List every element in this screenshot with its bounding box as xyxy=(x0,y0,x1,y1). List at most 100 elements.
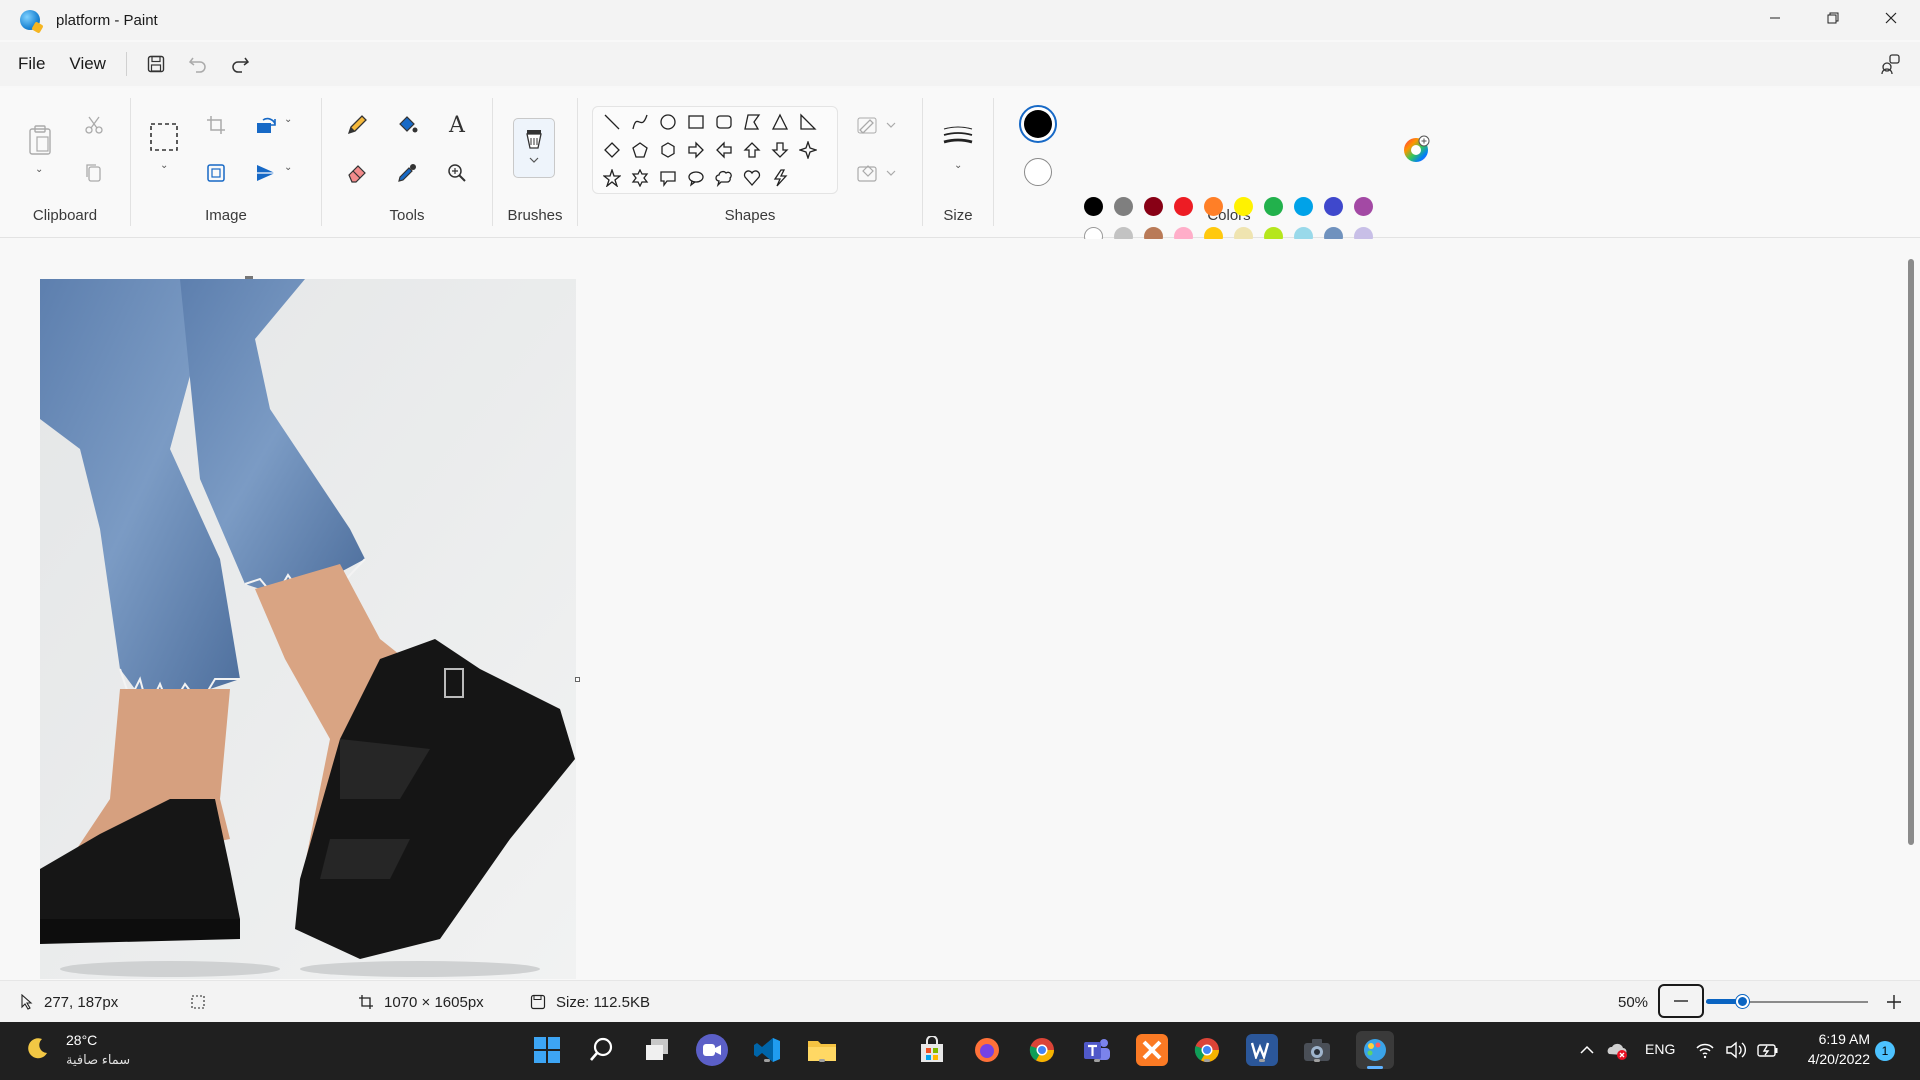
search-button[interactable] xyxy=(586,1034,618,1066)
line-shape-icon[interactable] xyxy=(599,109,625,135)
oval-shape-icon[interactable] xyxy=(655,109,681,135)
rounded-rectangle-shape-icon[interactable] xyxy=(711,109,737,135)
clock-time[interactable]: 6:19 AM xyxy=(1790,1031,1870,1047)
right-arrow-shape-icon[interactable] xyxy=(683,137,709,163)
file-explorer-app-icon[interactable] xyxy=(806,1034,838,1066)
hexagon-shape-icon[interactable] xyxy=(655,137,681,163)
crop-button[interactable] xyxy=(199,108,233,142)
volume-icon[interactable] xyxy=(1725,1040,1747,1060)
teams-app-icon[interactable] xyxy=(1081,1034,1113,1066)
fill-button[interactable] xyxy=(390,108,424,142)
drawing-canvas[interactable] xyxy=(40,279,576,979)
menu-view[interactable]: View xyxy=(57,46,118,82)
brushes-button[interactable] xyxy=(513,118,555,178)
store-app-icon[interactable] xyxy=(916,1034,948,1066)
input-language-indicator[interactable]: ENG xyxy=(1645,1041,1675,1057)
palette-color-swatch[interactable] xyxy=(1264,197,1283,216)
size-chevron-down-icon[interactable]: ⌄ xyxy=(954,160,962,171)
edit-colors-button[interactable] xyxy=(1401,135,1431,165)
palette-color-swatch[interactable] xyxy=(1234,197,1253,216)
clock-date[interactable]: 4/20/2022 xyxy=(1790,1051,1870,1067)
palette-color-swatch[interactable] xyxy=(1294,197,1313,216)
redo-button[interactable] xyxy=(219,46,261,82)
zoom-slider-thumb[interactable] xyxy=(1735,995,1749,1008)
pentagon-shape-icon[interactable] xyxy=(627,137,653,163)
palette-color-swatch[interactable] xyxy=(1114,197,1133,216)
right-triangle-shape-icon[interactable] xyxy=(795,109,821,135)
pencil-button[interactable] xyxy=(340,108,374,142)
start-button[interactable] xyxy=(531,1034,563,1066)
share-button[interactable] xyxy=(1874,48,1906,80)
zoom-level-label[interactable]: 50% xyxy=(1618,981,1648,1023)
rectangle-shape-icon[interactable] xyxy=(683,109,709,135)
flip-button[interactable] xyxy=(249,156,283,190)
xampp-app-icon[interactable] xyxy=(1136,1034,1168,1066)
curve-shape-icon[interactable] xyxy=(627,109,653,135)
copy-button[interactable] xyxy=(77,156,111,190)
size-button[interactable] xyxy=(941,120,975,154)
chrome-app-icon[interactable] xyxy=(1026,1034,1058,1066)
select-button[interactable] xyxy=(147,120,181,154)
palette-color-swatch[interactable] xyxy=(1084,197,1103,216)
flip-chevron-down-icon[interactable]: ⌄ xyxy=(284,162,292,173)
oval-callout-shape-icon[interactable] xyxy=(683,165,709,191)
palette-color-swatch[interactable] xyxy=(1144,197,1163,216)
primary-color-button[interactable] xyxy=(1019,105,1057,143)
zoom-in-button[interactable] xyxy=(1884,992,1904,1012)
task-view-button[interactable] xyxy=(641,1034,673,1066)
lightning-shape-icon[interactable] xyxy=(767,165,793,191)
close-button[interactable] xyxy=(1862,0,1920,36)
secondary-color-button[interactable] xyxy=(1024,158,1052,186)
menu-file[interactable]: File xyxy=(6,46,57,82)
triangle-shape-icon[interactable] xyxy=(767,109,793,135)
palette-color-swatch[interactable] xyxy=(1204,197,1223,216)
chrome-profile-app-icon[interactable] xyxy=(1191,1034,1223,1066)
six-point-star-shape-icon[interactable] xyxy=(627,165,653,191)
magnifier-button[interactable] xyxy=(440,156,474,190)
cut-button[interactable] xyxy=(77,108,111,142)
paste-button[interactable] xyxy=(22,118,58,162)
canvas-resize-handle-top[interactable] xyxy=(245,276,253,279)
restore-button[interactable] xyxy=(1804,0,1862,36)
rectangle-callout-shape-icon[interactable] xyxy=(655,165,681,191)
weather-temperature[interactable]: 28°C xyxy=(66,1032,97,1048)
vertical-scrollbar[interactable] xyxy=(1908,259,1914,845)
undo-button[interactable] xyxy=(177,46,219,82)
zoom-out-button[interactable] xyxy=(1658,984,1704,1018)
five-point-star-shape-icon[interactable] xyxy=(599,165,625,191)
palette-color-swatch[interactable] xyxy=(1354,197,1373,216)
show-hidden-icons-chevron-up-icon[interactable] xyxy=(1578,1041,1596,1059)
palette-color-swatch[interactable] xyxy=(1324,197,1343,216)
canvas-resize-handle-right[interactable] xyxy=(575,677,580,682)
save-button[interactable] xyxy=(135,46,177,82)
rotate-chevron-down-icon[interactable]: ⌄ xyxy=(284,114,292,125)
four-point-star-shape-icon[interactable] xyxy=(795,137,821,163)
paste-chevron-down-icon[interactable]: ⌄ xyxy=(35,164,43,175)
eraser-button[interactable] xyxy=(340,156,374,190)
polygon-shape-icon[interactable] xyxy=(739,109,765,135)
wifi-icon[interactable] xyxy=(1695,1040,1715,1060)
weather-description[interactable]: سماء صافية xyxy=(66,1052,130,1068)
battery-icon[interactable] xyxy=(1756,1040,1780,1060)
vscode-app-icon[interactable] xyxy=(751,1034,783,1066)
firefox-app-icon[interactable] xyxy=(971,1034,1003,1066)
word-app-icon[interactable] xyxy=(1246,1034,1278,1066)
text-button[interactable]: A xyxy=(440,108,474,142)
heart-shape-icon[interactable] xyxy=(739,165,765,191)
paint-taskbar-icon[interactable] xyxy=(1356,1031,1394,1069)
camera-app-icon[interactable] xyxy=(1301,1034,1333,1066)
minimize-button[interactable] xyxy=(1746,0,1804,36)
left-arrow-shape-icon[interactable] xyxy=(711,137,737,163)
weather-moon-icon[interactable] xyxy=(26,1036,50,1060)
down-arrow-shape-icon[interactable] xyxy=(767,137,793,163)
notification-badge[interactable]: 1 xyxy=(1875,1041,1895,1061)
select-chevron-down-icon[interactable]: ⌄ xyxy=(160,160,168,171)
onedrive-error-icon[interactable] xyxy=(1606,1039,1628,1061)
fill-style-button[interactable] xyxy=(852,156,902,190)
up-arrow-shape-icon[interactable] xyxy=(739,137,765,163)
outline-button[interactable] xyxy=(852,108,902,142)
color-picker-button[interactable] xyxy=(390,156,424,190)
cloud-callout-shape-icon[interactable] xyxy=(711,165,737,191)
rotate-button[interactable] xyxy=(249,108,283,142)
palette-color-swatch[interactable] xyxy=(1174,197,1193,216)
